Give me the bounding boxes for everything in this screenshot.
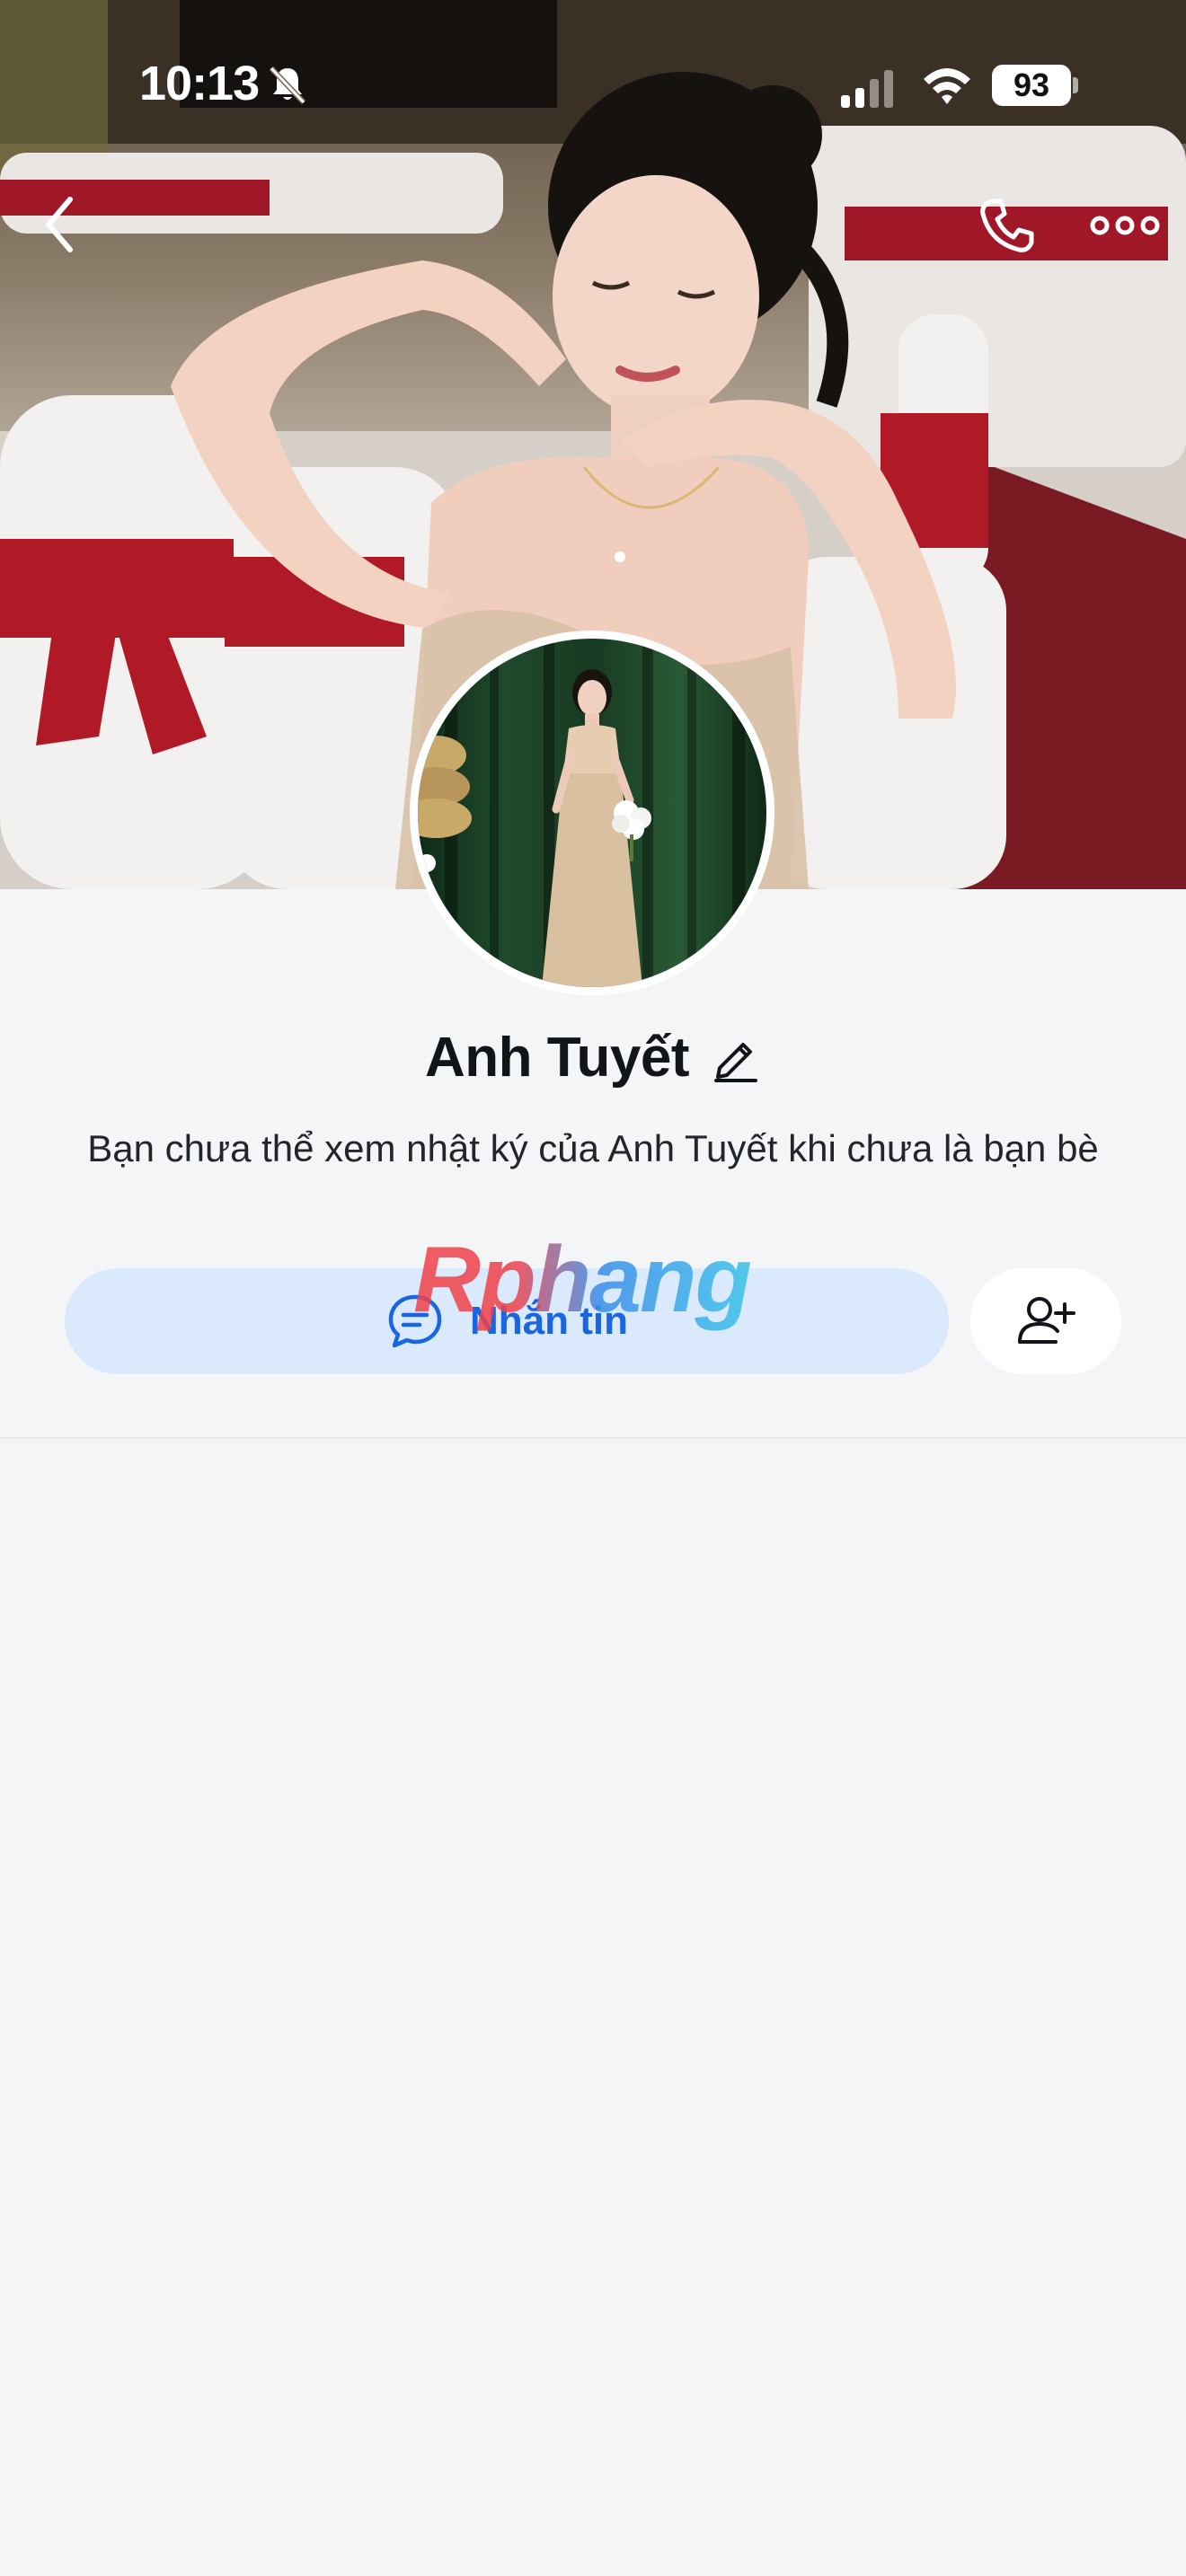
profile-name-row: Anh Tuyết [0, 1017, 1186, 1098]
profile-page: 10:13 93 Anh Tuyết Bạn chưa thể xem nhật… [0, 0, 1186, 2576]
signal-icon [841, 70, 893, 108]
bell-slash-icon [269, 66, 306, 105]
chevron-left-icon[interactable] [32, 189, 86, 260]
avatar[interactable] [410, 631, 774, 995]
avatar-photo [418, 639, 766, 987]
message-button[interactable]: Nhắn tin [65, 1268, 949, 1374]
add-user-icon [1018, 1297, 1075, 1344]
profile-name: Anh Tuyết [425, 1026, 690, 1089]
add-friend-button[interactable] [970, 1268, 1121, 1374]
section-divider [0, 1437, 1186, 1439]
privacy-notice: Bạn chưa thể xem nhật ký của Anh Tuyết k… [87, 1127, 1099, 1169]
wifi-icon [924, 68, 970, 104]
more-horizontal-icon[interactable] [1089, 203, 1161, 248]
status-bar: 10:13 93 [0, 0, 1186, 171]
message-button-label: Nhắn tin [470, 1299, 628, 1343]
phone-icon[interactable] [976, 194, 1039, 257]
pencil-icon[interactable] [711, 1032, 761, 1082]
battery-level: 93 [1013, 66, 1050, 103]
status-time: 10:13 [139, 57, 260, 110]
chat-bubble-icon [388, 1294, 442, 1348]
battery-cap [1073, 77, 1078, 93]
avatar-illustration [418, 639, 745, 987]
battery-icon: 93 [992, 65, 1071, 106]
